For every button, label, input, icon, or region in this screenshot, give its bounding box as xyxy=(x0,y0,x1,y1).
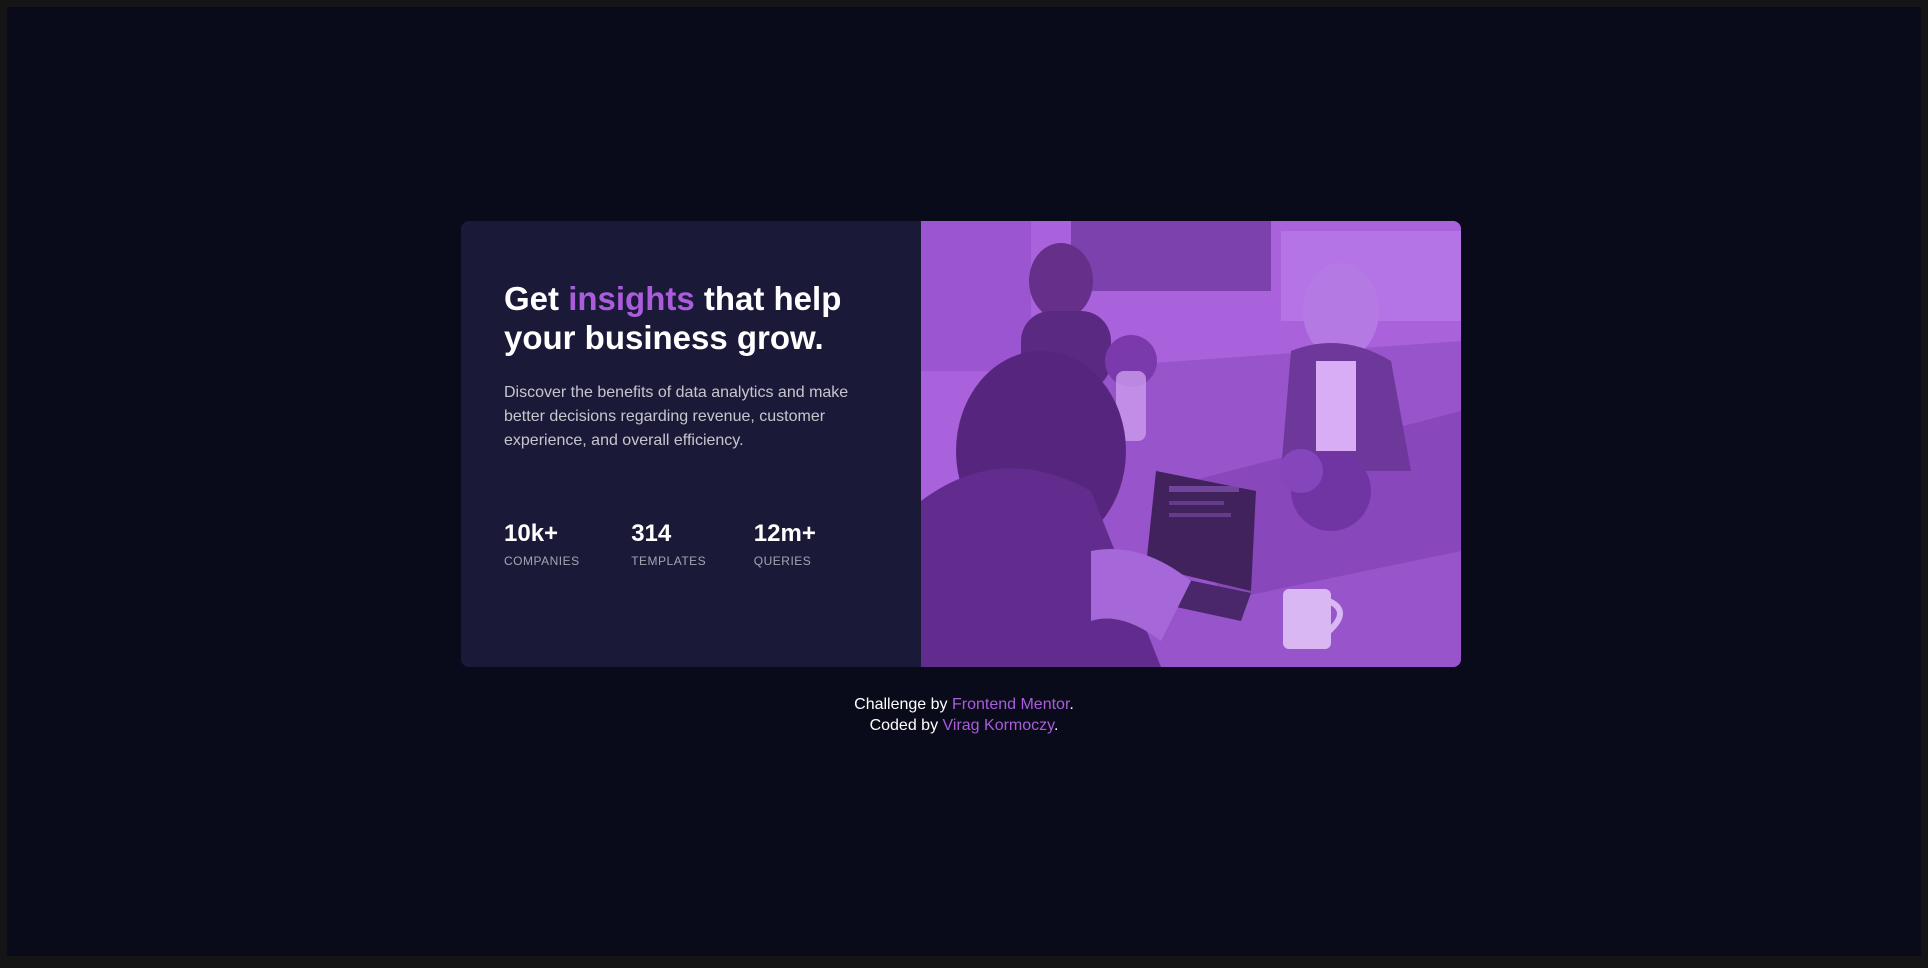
header-image xyxy=(921,221,1461,667)
author-link[interactable]: Virag Kormoczy xyxy=(943,717,1054,734)
stat-label: COMPANIES xyxy=(504,554,580,568)
challenge-prefix: Challenge by xyxy=(854,696,952,713)
stat-companies: 10k+ COMPANIES xyxy=(504,520,631,568)
headline: Get insights that help your business gro… xyxy=(504,279,881,357)
stat-label: TEMPLATES xyxy=(631,554,707,568)
headline-accent: insights xyxy=(568,280,695,317)
office-photo-illustration xyxy=(921,221,1461,667)
stats-row: 10k+ COMPANIES 314 TEMPLATES 12m+ QUERIE… xyxy=(504,520,881,568)
stat-label: QUERIES xyxy=(753,554,812,568)
coded-suffix: . xyxy=(1053,717,1059,734)
stat-value: 10k+ xyxy=(504,520,559,547)
stat-value: 314 xyxy=(631,520,672,547)
challenge-suffix: . xyxy=(1069,696,1074,713)
headline-prefix: Get xyxy=(504,280,569,317)
stat-value: 12m+ xyxy=(753,520,816,547)
description: Discover the benefits of data analytics … xyxy=(504,384,849,449)
card-content: Get insights that help your business gro… xyxy=(461,221,921,667)
attribution-footer: Challenge by Frontend Mentor. Coded by V… xyxy=(0,694,1928,736)
stat-queries: 12m+ QUERIES xyxy=(754,520,881,568)
challenge-line: Challenge by Frontend Mentor. xyxy=(0,694,1928,715)
coded-by-line: Coded by Virag Kormoczy. xyxy=(0,715,1928,736)
coded-prefix: Coded by xyxy=(869,717,943,734)
frontend-mentor-link[interactable]: Frontend Mentor xyxy=(952,696,1069,713)
stat-templates: 314 TEMPLATES xyxy=(631,520,754,568)
stats-preview-card: Get insights that help your business gro… xyxy=(461,221,1461,667)
